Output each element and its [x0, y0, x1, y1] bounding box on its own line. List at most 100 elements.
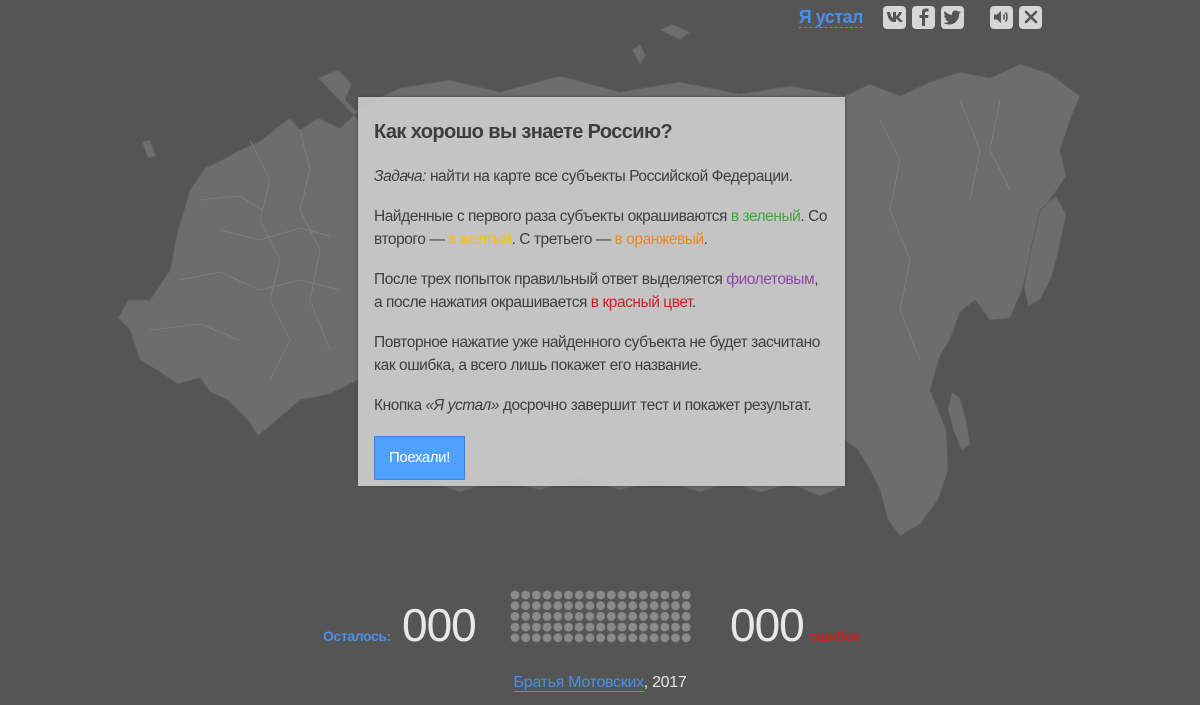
progress-dot: [649, 590, 659, 600]
progress-dot: [542, 601, 552, 611]
progress-dot: [681, 622, 691, 632]
twitter-icon[interactable]: [941, 5, 964, 29]
progress-dot: [596, 601, 605, 611]
progress-dot: [585, 622, 595, 632]
progress-dot: [574, 590, 584, 600]
progress-dot: [510, 590, 520, 600]
progress-dot: [628, 622, 638, 632]
progress-dot: [532, 622, 541, 632]
facebook-icon[interactable]: [912, 5, 935, 29]
progress-dot: [585, 601, 595, 611]
attempts-paragraph: После трех попыток правильный ответ выде…: [374, 271, 819, 311]
progress-dot: [521, 622, 531, 632]
map-region-west: [117, 69, 359, 437]
errors-label: ошибок: [809, 628, 860, 644]
progress-dot: [574, 601, 584, 611]
progress-dot: [521, 633, 531, 643]
progress-dot: [671, 612, 680, 621]
progress-dot: [606, 590, 616, 600]
progress-dot: [671, 590, 680, 600]
footer: Братья Мотовских, 2017: [0, 674, 1200, 692]
tired-link[interactable]: Я устал: [798, 7, 864, 28]
footer-year: , 2017: [643, 674, 687, 691]
progress-dot: [628, 601, 638, 611]
progress-dot: [606, 601, 616, 611]
progress-dot: [639, 601, 648, 611]
intro-dialog: Как хорошо вы знаете Россию? Задача: най…: [358, 97, 845, 486]
progress-dot: [553, 622, 563, 632]
progress-dot: [574, 612, 584, 621]
progress-dot: [542, 633, 552, 643]
colors-paragraph: Найденные с первого раза субъекты окраши…: [374, 208, 828, 248]
progress-dot: [596, 622, 605, 632]
progress-dot: [671, 601, 680, 611]
progress-dot: [639, 633, 648, 643]
progress-dot: [681, 612, 691, 621]
progress-dot: [510, 622, 520, 632]
progress-dot: [564, 633, 573, 643]
progress-dot: [574, 633, 584, 643]
progress-dot: [649, 601, 659, 611]
progress-dot: [510, 633, 520, 643]
progress-dot: [532, 601, 541, 611]
progress-dot: [596, 612, 605, 621]
top-bar: Я устал: [798, 4, 1042, 30]
progress-dot: [649, 622, 659, 632]
progress-dot: [649, 612, 659, 621]
progress-dots: [510, 590, 691, 643]
author-link[interactable]: Братья Мотовских: [513, 674, 644, 692]
progress-dot: [639, 612, 648, 621]
progress-dot: [639, 590, 648, 600]
remaining-label: Осталось:: [323, 628, 391, 644]
map-region-east: [844, 63, 1081, 537]
progress-dot: [521, 590, 531, 600]
progress-dot: [542, 622, 552, 632]
progress-dot: [681, 601, 691, 611]
progress-dot: [639, 622, 648, 632]
progress-dot: [606, 612, 616, 621]
progress-dot: [585, 590, 595, 600]
progress-dot: [521, 612, 531, 621]
progress-dot: [564, 622, 573, 632]
progress-dot: [564, 612, 573, 621]
progress-dot: [564, 590, 573, 600]
progress-dot: [553, 612, 563, 621]
progress-dot: [660, 601, 670, 611]
vk-icon[interactable]: [883, 5, 906, 29]
progress-dot: [521, 601, 531, 611]
progress-dot: [574, 622, 584, 632]
progress-dot: [532, 633, 541, 643]
progress-dot: [510, 612, 520, 621]
dialog-title: Как хорошо вы знаете Россию?: [374, 121, 673, 143]
progress-dot: [671, 633, 680, 643]
progress-dot: [660, 622, 670, 632]
progress-dot: [617, 633, 627, 643]
progress-dot: [553, 590, 563, 600]
progress-dot: [617, 601, 627, 611]
progress-dot: [564, 601, 573, 611]
close-icon[interactable]: [1019, 5, 1042, 29]
progress-dot: [617, 612, 627, 621]
progress-dot: [542, 612, 552, 621]
progress-dot: [671, 622, 680, 632]
progress-dot: [606, 633, 616, 643]
progress-dot: [542, 590, 552, 600]
progress-dot: [660, 612, 670, 621]
progress-dot: [532, 590, 541, 600]
progress-dot: [628, 612, 638, 621]
errors-count: 000: [730, 599, 805, 651]
sound-icon[interactable]: [990, 5, 1013, 29]
map-region-sakhalin: [947, 391, 971, 451]
task-paragraph: Задача: найти на карте все субъекты Росс…: [374, 168, 793, 185]
progress-dot: [660, 590, 670, 600]
progress-dot: [617, 590, 627, 600]
progress-dot: [553, 601, 563, 611]
progress-dot: [596, 633, 605, 643]
repeat-paragraph: Повторное нажатие уже найденного субъект…: [374, 334, 820, 374]
progress-dot: [532, 612, 541, 621]
progress-dot: [596, 590, 605, 600]
score-panel: Осталось: 000 000 ошибок: [0, 590, 1200, 651]
start-button[interactable]: Поехали!: [374, 436, 465, 480]
progress-dot: [606, 622, 616, 632]
progress-dot: [585, 633, 595, 643]
